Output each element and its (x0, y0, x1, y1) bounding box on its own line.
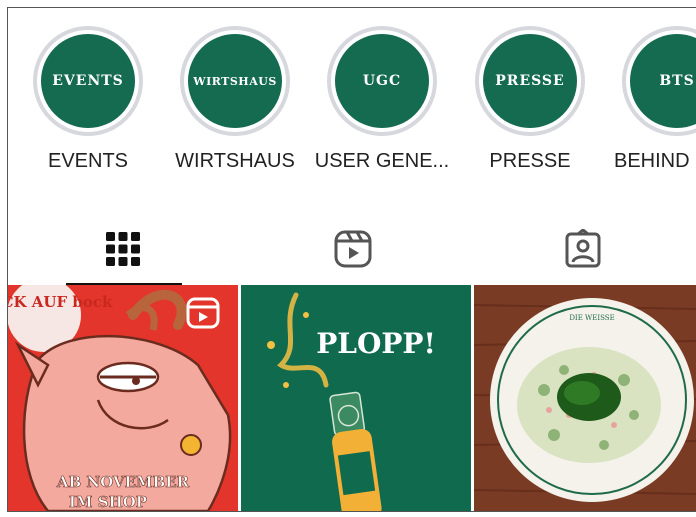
story-highlights: EVENTS EVENTS WIRTSHAUS WIRTSHAUS UGC US… (8, 8, 696, 198)
highlight-cover: PRESSE (483, 34, 577, 128)
highlight-wirtshaus[interactable]: WIRTSHAUS WIRTSHAUS (160, 26, 310, 173)
tab-tagged[interactable] (468, 213, 696, 285)
highlight-events[interactable]: EVENTS EVENTS (13, 26, 163, 173)
highlight-label: USER GENE... (314, 150, 450, 172)
highlight-cover: EVENTS (41, 34, 135, 128)
posts-grid: BOCK AUF bock AB NOVEMBER IM SHOP (8, 285, 696, 511)
post-text-line-2: IM SHOP (69, 493, 147, 511)
highlight-cover: WIRTSHAUS (188, 34, 282, 128)
highlight-ring: UGC (327, 26, 437, 136)
highlight-ugc[interactable]: UGC USER GENE... (307, 26, 457, 173)
tagged-icon (565, 229, 601, 268)
highlight-cover: UGC (335, 34, 429, 128)
highlight-ring: PRESSE (475, 26, 585, 136)
post-image-dish: DIE WEISSE (474, 285, 696, 511)
post-image-goat: BOCK AUF bock AB NOVEMBER IM SHOP (8, 285, 238, 511)
plate-logo: DIE WEISSE (569, 314, 614, 322)
post-tile[interactable]: BOCK AUF bock AB NOVEMBER IM SHOP (8, 285, 238, 511)
highlight-presse[interactable]: PRESSE PRESSE (455, 26, 605, 173)
highlight-bts[interactable]: BTS BEHIND (602, 26, 696, 173)
post-tile[interactable]: DIE WEISSE (474, 285, 696, 511)
highlight-ring: EVENTS (33, 26, 143, 136)
post-image-bottle: PLOPP! (241, 285, 471, 511)
highlight-label: PRESSE (489, 150, 571, 172)
reels-icon (334, 230, 372, 268)
post-badge-text: BOCK AUF bock (8, 293, 113, 311)
tab-posts-grid[interactable] (8, 213, 238, 285)
grid-icon (106, 232, 140, 266)
post-headline: PLOPP! (316, 327, 436, 360)
highlight-ring: WIRTSHAUS (180, 26, 290, 136)
tab-reels[interactable] (238, 213, 468, 285)
highlight-label: WIRTSHAUS (175, 150, 295, 172)
highlight-ring: BTS (622, 26, 696, 136)
profile-tabs (8, 213, 696, 285)
post-tile[interactable]: PLOPP! (241, 285, 471, 511)
profile-panel: EVENTS EVENTS WIRTSHAUS WIRTSHAUS UGC US… (7, 7, 696, 512)
post-text-line-1: AB NOVEMBER (56, 473, 190, 491)
highlight-label: BEHIND (614, 150, 690, 172)
highlight-label: EVENTS (47, 150, 129, 172)
highlight-cover: BTS (630, 34, 696, 128)
